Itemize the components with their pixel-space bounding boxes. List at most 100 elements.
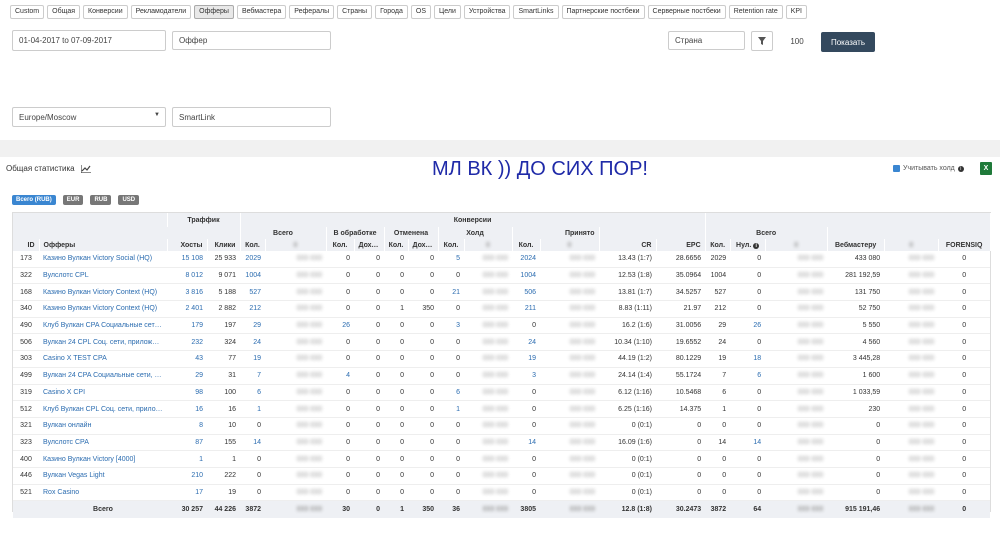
cell-offer[interactable]: Казино Вулкан Victory [4000] [39, 450, 167, 468]
cell-proc[interactable]: 26 [326, 317, 354, 335]
cell-offer[interactable]: Вулкан Vegas Light [39, 467, 167, 485]
cell-total[interactable]: 1 [240, 400, 265, 418]
col-acc-income[interactable]: 0 [540, 239, 600, 251]
table-row[interactable]: 506 Вулкан 24 CPL Соц. сети, приложения (… [13, 333, 991, 352]
cell-offer[interactable]: Вулкан онлайн [39, 417, 167, 435]
smartlink-input[interactable]: SmartLink [172, 107, 331, 127]
cell-offer[interactable]: Казино Вулкан Victory Context (HQ) [39, 283, 167, 302]
tab-12[interactable]: SmartLinks [513, 5, 559, 19]
table-row[interactable]: 340 Казино Вулкан Victory Context (HQ) 2 4… [13, 300, 991, 318]
cell-total[interactable]: 1004 [240, 267, 265, 285]
table-row[interactable]: 400 Казино Вулкан Victory [4000] 1 1 0 000 00… [13, 450, 991, 468]
table-row[interactable]: 321 Вулкан онлайн 8 10 0 000 000 0 0 0 0 0 000 000 0… [13, 417, 991, 435]
cell-total[interactable]: 6 [240, 384, 265, 402]
cell-hosts[interactable]: 1 [167, 450, 207, 468]
cell-hold[interactable]: 6 [438, 384, 464, 402]
filter-button[interactable] [751, 31, 773, 51]
currency-badge[interactable]: Всего (RUB) [12, 195, 56, 205]
date-range-input[interactable]: 01-04-2017 to 07-09-2017 [12, 30, 166, 51]
chart-line-icon[interactable] [80, 164, 91, 173]
table-row[interactable]: 319 Casino X CPI 98 100 6 000 000 0 0 0 0 6 000 000… [13, 384, 991, 402]
table-row[interactable]: 322 Вулслотс CPL 8 012 9 071 1004 000 000 0 0 0 0… [13, 267, 991, 285]
col-proc-qty[interactable]: Кол. [326, 239, 355, 251]
hold-checkbox[interactable] [893, 165, 900, 172]
tab-16[interactable]: KPI [785, 5, 808, 19]
cell-total[interactable]: 527 [240, 283, 265, 302]
cell-hosts[interactable]: 8 012 [167, 267, 207, 285]
col-canc-income[interactable]: Доход [408, 239, 439, 251]
cell-hosts[interactable]: 43 [167, 350, 207, 368]
tab-9[interactable]: OS [410, 5, 432, 19]
cell-hosts[interactable]: 179 [167, 317, 207, 335]
table-row[interactable]: 323 Вулслотс CPA 87 155 14 000 000 0 0 0 0 0 000 00… [13, 434, 991, 452]
cell-offer[interactable]: Клуб Вулкан CPL Соц. сети, приложени... [39, 400, 167, 418]
cell-total[interactable]: 19 [240, 350, 265, 368]
cell-acc[interactable]: 24 [512, 333, 540, 352]
tab-10[interactable]: Цели [434, 5, 461, 19]
col-clicks[interactable]: Клики [207, 239, 241, 251]
cell-offer[interactable]: Вулкан 24 CPA Социальные сети, Прил... [39, 367, 167, 385]
show-button[interactable]: Показать [821, 32, 875, 52]
cell-total[interactable]: 14 [240, 434, 265, 452]
cell-offer[interactable]: Вулслотс CPA [39, 434, 167, 452]
hold-toggle[interactable]: Учитывать холд i [893, 165, 964, 172]
offer-input[interactable]: Оффер [172, 31, 331, 50]
col-zero[interactable]: Нул. i [730, 239, 766, 251]
table-row[interactable]: 521 Rox Casino 17 19 0 000 000 0 0 0 0 0 000 000 0 00… [13, 484, 991, 502]
cell-total[interactable]: 29 [240, 317, 265, 335]
col-total-income[interactable]: 0 [265, 239, 327, 251]
col-blurred[interactable]: 0 [884, 239, 939, 251]
table-row[interactable]: 512 Клуб Вулкан CPL Соц. сети, приложени.… [13, 400, 991, 418]
col-acc-qty[interactable]: Кол. [512, 239, 541, 251]
cell-hold[interactable]: 21 [438, 283, 464, 302]
limit-input[interactable]: 100 [781, 31, 813, 51]
cell-offer[interactable]: Rox Casino [39, 484, 167, 502]
col-hosts[interactable]: Хосты [167, 239, 208, 251]
cell-zero[interactable]: 6 [730, 367, 766, 385]
tab-14[interactable]: Серверные постбеки [647, 5, 726, 19]
cell-acc[interactable]: 19 [512, 350, 540, 368]
cell-hosts[interactable]: 3 816 [167, 283, 207, 302]
cell-acc[interactable]: 14 [512, 434, 540, 452]
col-id[interactable]: ID [13, 239, 40, 251]
tab-1[interactable]: Общая [47, 5, 81, 19]
table-row[interactable]: 499 Вулкан 24 CPA Социальные сети, Прил..… [13, 367, 991, 385]
cell-zero[interactable]: 26 [730, 317, 766, 335]
cell-acc[interactable]: 1004 [512, 267, 540, 285]
tab-2[interactable]: Конверсии [83, 5, 128, 19]
cell-hold[interactable]: 1 [438, 400, 464, 418]
tab-8[interactable]: Города [375, 5, 408, 19]
col-hold-income[interactable]: 0 [464, 239, 513, 251]
cell-hosts[interactable]: 232 [167, 333, 207, 352]
excel-icon[interactable]: X [980, 162, 992, 175]
table-row[interactable]: 490 Клуб Вулкан CPA Социальные сети, Пр..… [13, 317, 991, 335]
cell-offer[interactable]: Вулкан 24 CPL Соц. сети, приложения (... [39, 333, 167, 352]
cell-offer[interactable]: Вулслотс CPL [39, 267, 167, 285]
table-row[interactable]: 303 Casino X TEST CPA 43 77 19 000 000 0 0 0 0 0 00… [13, 350, 991, 368]
currency-badge[interactable]: EUR [62, 195, 84, 205]
cell-hold[interactable]: 5 [438, 251, 464, 268]
cell-hosts[interactable]: 29 [167, 367, 207, 385]
tab-6[interactable]: Рефералы [289, 5, 335, 19]
cell-offer[interactable]: Клуб Вулкан CPA Социальные сети, Пр... [39, 317, 167, 335]
col-hold-qty[interactable]: Кол. [438, 239, 465, 251]
cell-proc[interactable]: 4 [326, 367, 354, 385]
timezone-select[interactable]: Europe/Moscow ▼ [12, 107, 166, 127]
cell-offer[interactable]: Казино Вулкан Victory Social (HQ) [39, 251, 167, 268]
table-row[interactable]: 446 Вулкан Vegas Light 210 222 0 000 000 0 0 0 0 0… [13, 467, 991, 485]
cell-hosts[interactable]: 87 [167, 434, 207, 452]
cell-total[interactable]: 212 [240, 300, 265, 318]
tab-13[interactable]: Партнерские постбеки [561, 5, 645, 19]
cell-zero[interactable]: 14 [730, 434, 766, 452]
cell-hosts[interactable]: 210 [167, 467, 207, 485]
cell-hosts[interactable]: 16 [167, 400, 207, 418]
cell-acc[interactable]: 211 [512, 300, 540, 318]
cell-acc[interactable]: 3 [512, 367, 540, 385]
cell-total[interactable]: 24 [240, 333, 265, 352]
col-total2-qty[interactable]: Кол. [705, 239, 731, 251]
currency-badge[interactable]: RUB [90, 195, 112, 205]
tab-5[interactable]: Вебмастера [236, 5, 287, 19]
col-webmaster[interactable]: Вебмастеру [827, 239, 885, 251]
cell-acc[interactable]: 506 [512, 283, 540, 302]
col-forensiq[interactable]: FORENSIQ [938, 239, 991, 251]
